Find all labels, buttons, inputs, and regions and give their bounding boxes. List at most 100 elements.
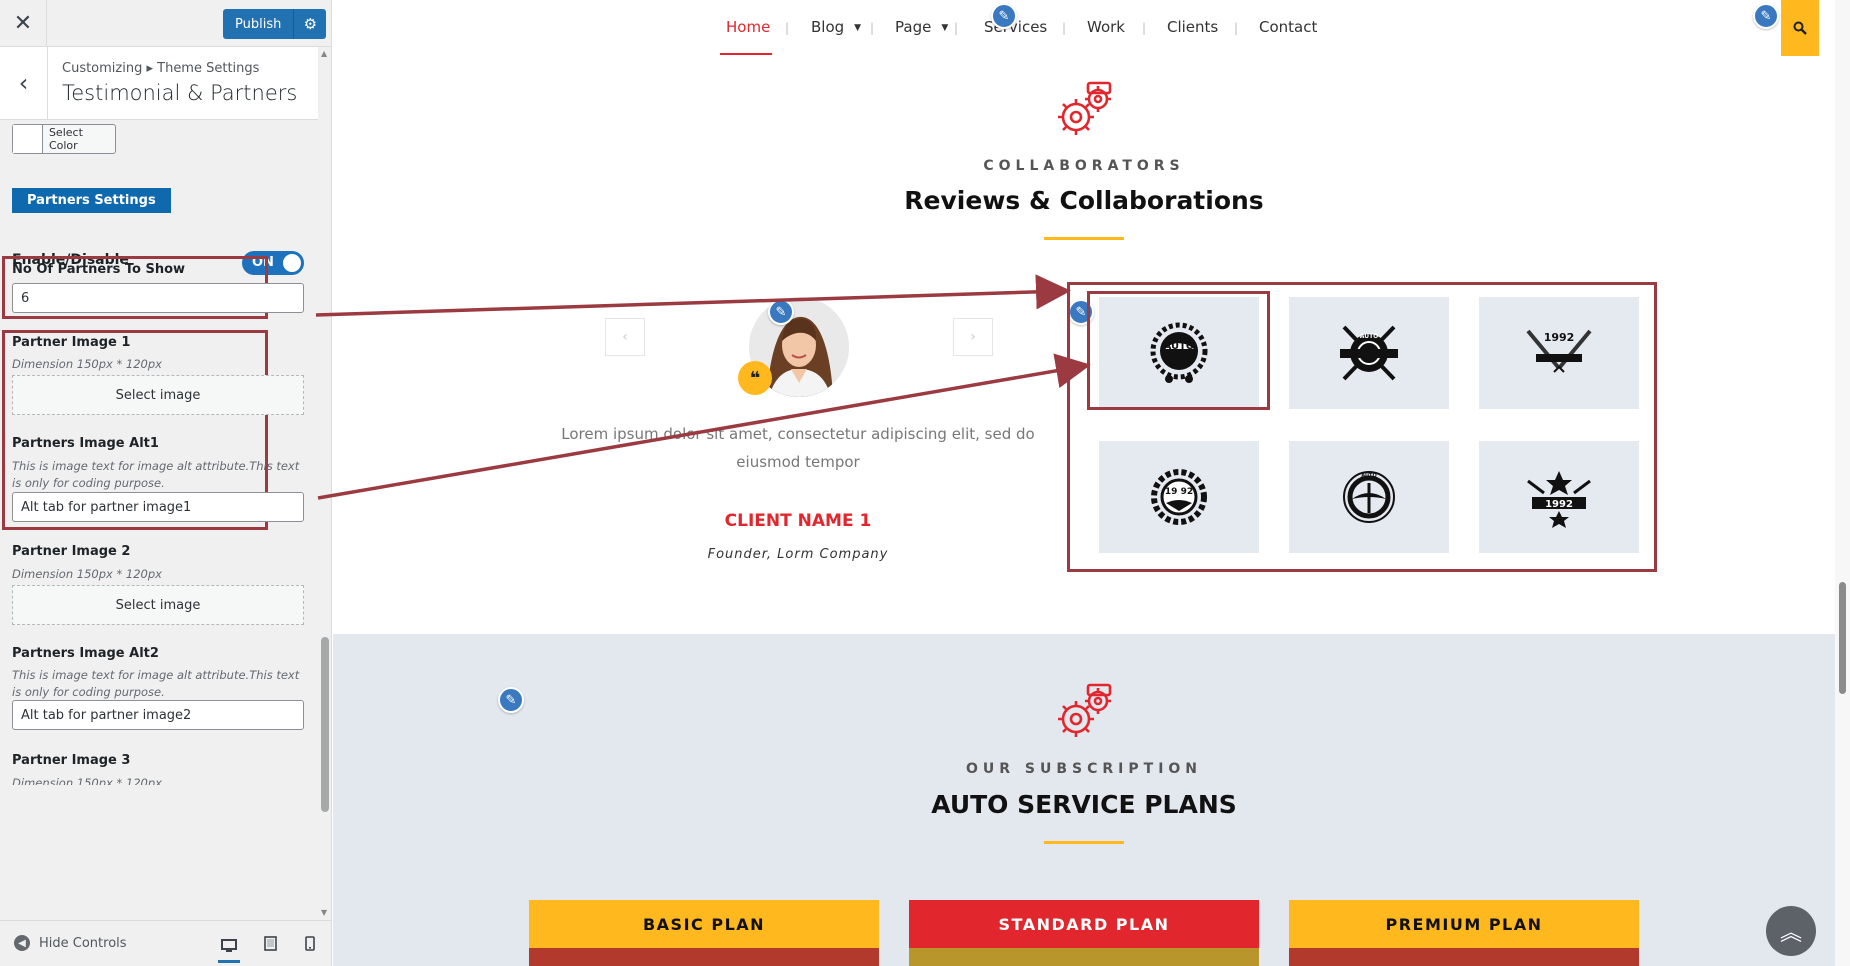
partner-image-2-label: Partner Image 2 [12,544,131,559]
select-color-label: Select Color [48,126,83,152]
publish-button[interactable]: Publish [223,9,294,39]
nav-page[interactable]: Page ▼ [895,18,948,36]
subscription-title: AUTO SERVICE PLANS [931,790,1237,819]
edit-shortcut-pencil-icon[interactable]: ✎ [991,3,1017,29]
testimonial-prev-button[interactable]: ‹ [605,318,645,356]
partner-image-1-select-button[interactable]: Select image [12,375,304,415]
plan-card-premium[interactable]: PREMIUM PLAN [1289,900,1639,966]
num-partners-input[interactable]: 6 [12,283,304,313]
partner-image-3-label: Partner Image 3 [12,753,131,768]
plan-premium-image [1289,948,1639,966]
partner-image-alt-1-description: This is image text for image alt attribu… [12,459,300,490]
customizer-footer: ◀ Hide Controls [0,920,331,966]
reviews-title: Reviews & Collaborations [904,186,1264,215]
nav-separator: | [954,21,959,35]
back-button[interactable]: ‹ [0,47,48,119]
client-role: Founder, Lorm Company [707,547,889,562]
page-scrollbar[interactable] [1835,0,1850,966]
plan-basic-title: BASIC PLAN [529,900,879,948]
partner-logo-text: 19 92 [1165,487,1193,497]
publish-settings-button[interactable]: ⚙ [293,9,327,39]
nav-separator: | [1062,21,1067,35]
sidebar-scrollbar[interactable]: ▲ ▼ [318,47,331,920]
collapse-arrow-icon: ◀ [14,935,30,951]
nav-contact[interactable]: Contact [1259,18,1317,36]
nav-separator: | [1234,21,1239,35]
nav-clients[interactable]: Clients [1167,18,1218,36]
nav-blog[interactable]: Blog ▼ [811,18,861,36]
search-button[interactable] [1781,0,1819,56]
mobile-icon [305,935,315,951]
nav-work[interactable]: Work [1087,18,1125,36]
gear-icon: ⚙ [303,15,318,33]
partner-image-alt-1-input[interactable]: Alt tab for partner image1 [12,492,304,522]
partners-settings-badge: Partners Settings [12,188,171,213]
gear-1992-logo-icon: 19 92 [1151,469,1207,525]
partner-logo-tile: AUTO [1289,441,1449,553]
partner-image-1-dimension: Dimension 150px * 120px [12,357,162,371]
section-title: Testimonial & Partners [62,81,298,105]
nav-home[interactable]: Home [726,18,770,36]
partner-logo-text: AUTO [1360,333,1379,340]
section-header: ‹ Customizing ▸ Theme Settings Testimoni… [0,47,318,120]
customizer-controls: Select Color Partners Settings Enable/Di… [0,120,318,920]
partner-logo-text: AUTO [1361,473,1376,479]
partner-image-2-select-button[interactable]: Select image [12,585,304,625]
quote-icon: ❝ [738,361,772,395]
scroll-up-arrow-icon[interactable]: ▲ [321,49,327,58]
partner-logo-text: 1992 [1544,331,1575,344]
chevron-right-icon: › [970,329,976,345]
breadcrumb: Customizing ▸ Theme Settings [62,61,260,76]
partner-image-alt-2-input[interactable]: Alt tab for partner image2 [12,700,304,730]
hide-controls-button[interactable]: ◀ Hide Controls [14,935,127,951]
scroll-down-arrow-icon[interactable]: ▼ [321,908,327,917]
caret-down-icon: ▼ [941,23,949,33]
preview-desktop-button[interactable] [218,931,240,963]
plan-card-standard[interactable]: STANDARD PLAN [909,900,1259,966]
plan-basic-image [529,948,879,966]
collaborators-eyebrow: COLLABORATORS [983,158,1185,174]
partner-image-alt-2-description: This is image text for image alt attribu… [12,668,300,699]
testimonial-text: Lorem ipsum dolor sit amet, consectetur … [561,425,1035,471]
nav-separator: | [870,21,875,35]
plan-standard-title: STANDARD PLAN [909,900,1259,948]
partner-logo-tile: 19 92 [1099,441,1259,553]
chevron-left-icon: ‹ [18,69,29,97]
sidebar-scrollbar-thumb[interactable] [321,637,329,812]
plan-premium-title: PREMIUM PLAN [1289,900,1639,948]
nav-page-label: Page [895,18,932,36]
title-underline [1044,237,1124,240]
close-customizer-button[interactable]: ✕ [0,0,47,47]
plan-card-basic[interactable]: BASIC PLAN [529,900,879,966]
close-icon: ✕ [13,11,33,36]
customizer-sidebar: ✕ Publish ⚙ ‹ Customizing ▸ Theme Settin… [0,0,332,966]
edit-shortcut-pencil-icon[interactable]: ✎ [768,299,794,325]
select-color-button[interactable]: Select Color [12,124,116,154]
back-to-top-button[interactable]: ︽ [1766,906,1816,956]
page-scrollbar-thumb[interactable] [1839,582,1846,694]
desktop-icon [221,938,237,952]
partner-image-2-dimension: Dimension 150px * 120px [12,567,162,581]
nav-separator: | [785,21,790,35]
client-name: CLIENT NAME 1 [724,511,872,531]
hide-controls-label: Hide Controls [39,935,127,951]
testimonial-next-button[interactable]: › [953,318,993,356]
partner-image-alt-1-label: Partners Image Alt1 [12,436,159,451]
main-navigation: Home | Blog ▼ | Page ▼ | Services | Work |… [333,0,1835,56]
partner-image-alt-2-label: Partners Image Alt2 [12,646,159,661]
tablet-icon [263,935,277,951]
auto-service-wrench-logo-icon: AUTO [1340,325,1398,381]
site-preview: Home | Blog ▼ | Page ▼ | Services | Work |… [333,0,1835,966]
nav-separator: | [1142,21,1147,35]
preview-tablet-button[interactable] [259,933,281,953]
edit-shortcut-pencil-icon[interactable]: ✎ [1753,3,1779,29]
partner-logo-text: 1992 [1545,499,1573,510]
edit-shortcut-pencil-icon[interactable]: ✎ [498,687,524,713]
nav-blog-label: Blog [811,18,845,36]
num-partners-label: No Of Partners To Show [12,262,186,277]
gears-section-icon [1058,81,1112,135]
partner-logo-tile: 1992 [1479,297,1639,409]
preview-mobile-button[interactable] [299,933,321,953]
star-1992-logo-icon: 1992 [1527,471,1591,528]
toggle-knob [283,254,301,272]
